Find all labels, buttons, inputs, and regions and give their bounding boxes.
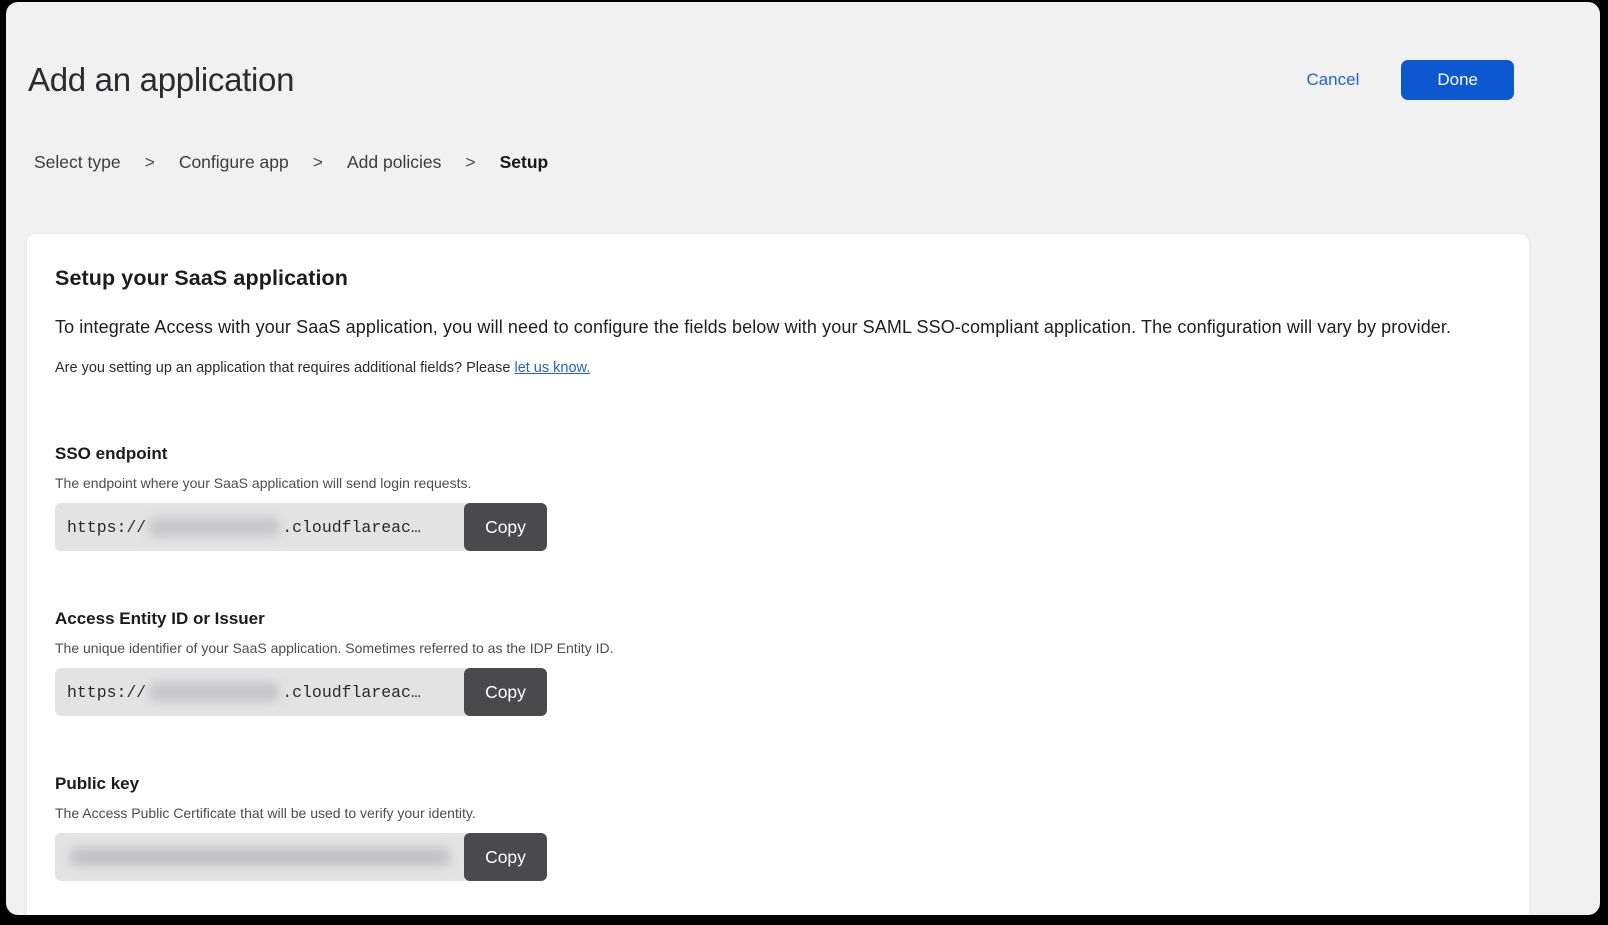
copy-public-key-button[interactable]: Copy (464, 833, 547, 881)
field-value-row: Copy (55, 833, 547, 881)
cancel-button[interactable]: Cancel (1306, 70, 1359, 90)
sso-endpoint-value: https:// .cloudflareac… (55, 503, 468, 551)
field-value-row: https:// .cloudflareac… Copy (55, 503, 547, 551)
field-description: The endpoint where your SaaS application… (55, 475, 1501, 491)
public-key-value (55, 833, 468, 881)
redacted-value-blur (148, 517, 280, 537)
done-button[interactable]: Done (1401, 60, 1514, 100)
field-label: Public key (55, 774, 1501, 794)
copy-sso-endpoint-button[interactable]: Copy (464, 503, 547, 551)
breadcrumb-step-add-policies[interactable]: Add policies (347, 152, 441, 173)
setup-card: Setup your SaaS application To integrate… (26, 233, 1530, 915)
header-actions: Cancel Done (1306, 60, 1514, 100)
value-suffix: .cloudflareac… (282, 518, 421, 537)
app-window: Add an application Cancel Done Select ty… (6, 2, 1600, 915)
card-intro-text: To integrate Access with your SaaS appli… (55, 317, 1501, 338)
field-sso-endpoint: SSO endpoint The endpoint where your Saa… (55, 444, 1501, 551)
card-note: Are you setting up an application that r… (55, 360, 1501, 376)
redacted-value-blur (148, 682, 280, 702)
value-prefix: https:// (67, 518, 146, 537)
card-heading: Setup your SaaS application (55, 266, 1501, 291)
redacted-value-blur (69, 848, 451, 866)
field-label: Access Entity ID or Issuer (55, 609, 1501, 629)
breadcrumb-separator: > (145, 152, 155, 173)
value-suffix: .cloudflareac… (282, 683, 421, 702)
field-public-key: Public key The Access Public Certificate… (55, 774, 1501, 881)
breadcrumb-step-select-type[interactable]: Select type (34, 152, 121, 173)
field-label: SSO endpoint (55, 444, 1501, 464)
note-text: Are you setting up an application that r… (55, 360, 514, 376)
field-value-row: https:// .cloudflareac… Copy (55, 668, 547, 716)
page-header: Add an application Cancel Done (6, 2, 1600, 100)
copy-access-entity-id-button[interactable]: Copy (464, 668, 547, 716)
field-description: The Access Public Certificate that will … (55, 805, 1501, 821)
page-title: Add an application (28, 61, 294, 99)
access-entity-id-value: https:// .cloudflareac… (55, 668, 468, 716)
let-us-know-link[interactable]: let us know. (514, 360, 590, 376)
breadcrumb-step-configure-app[interactable]: Configure app (179, 152, 289, 173)
breadcrumb: Select type > Configure app > Add polici… (6, 152, 1600, 173)
value-prefix: https:// (67, 683, 146, 702)
breadcrumb-step-setup: Setup (500, 152, 549, 173)
field-access-entity-id: Access Entity ID or Issuer The unique id… (55, 609, 1501, 716)
breadcrumb-separator: > (465, 152, 475, 173)
breadcrumb-separator: > (313, 152, 323, 173)
field-description: The unique identifier of your SaaS appli… (55, 640, 1501, 656)
